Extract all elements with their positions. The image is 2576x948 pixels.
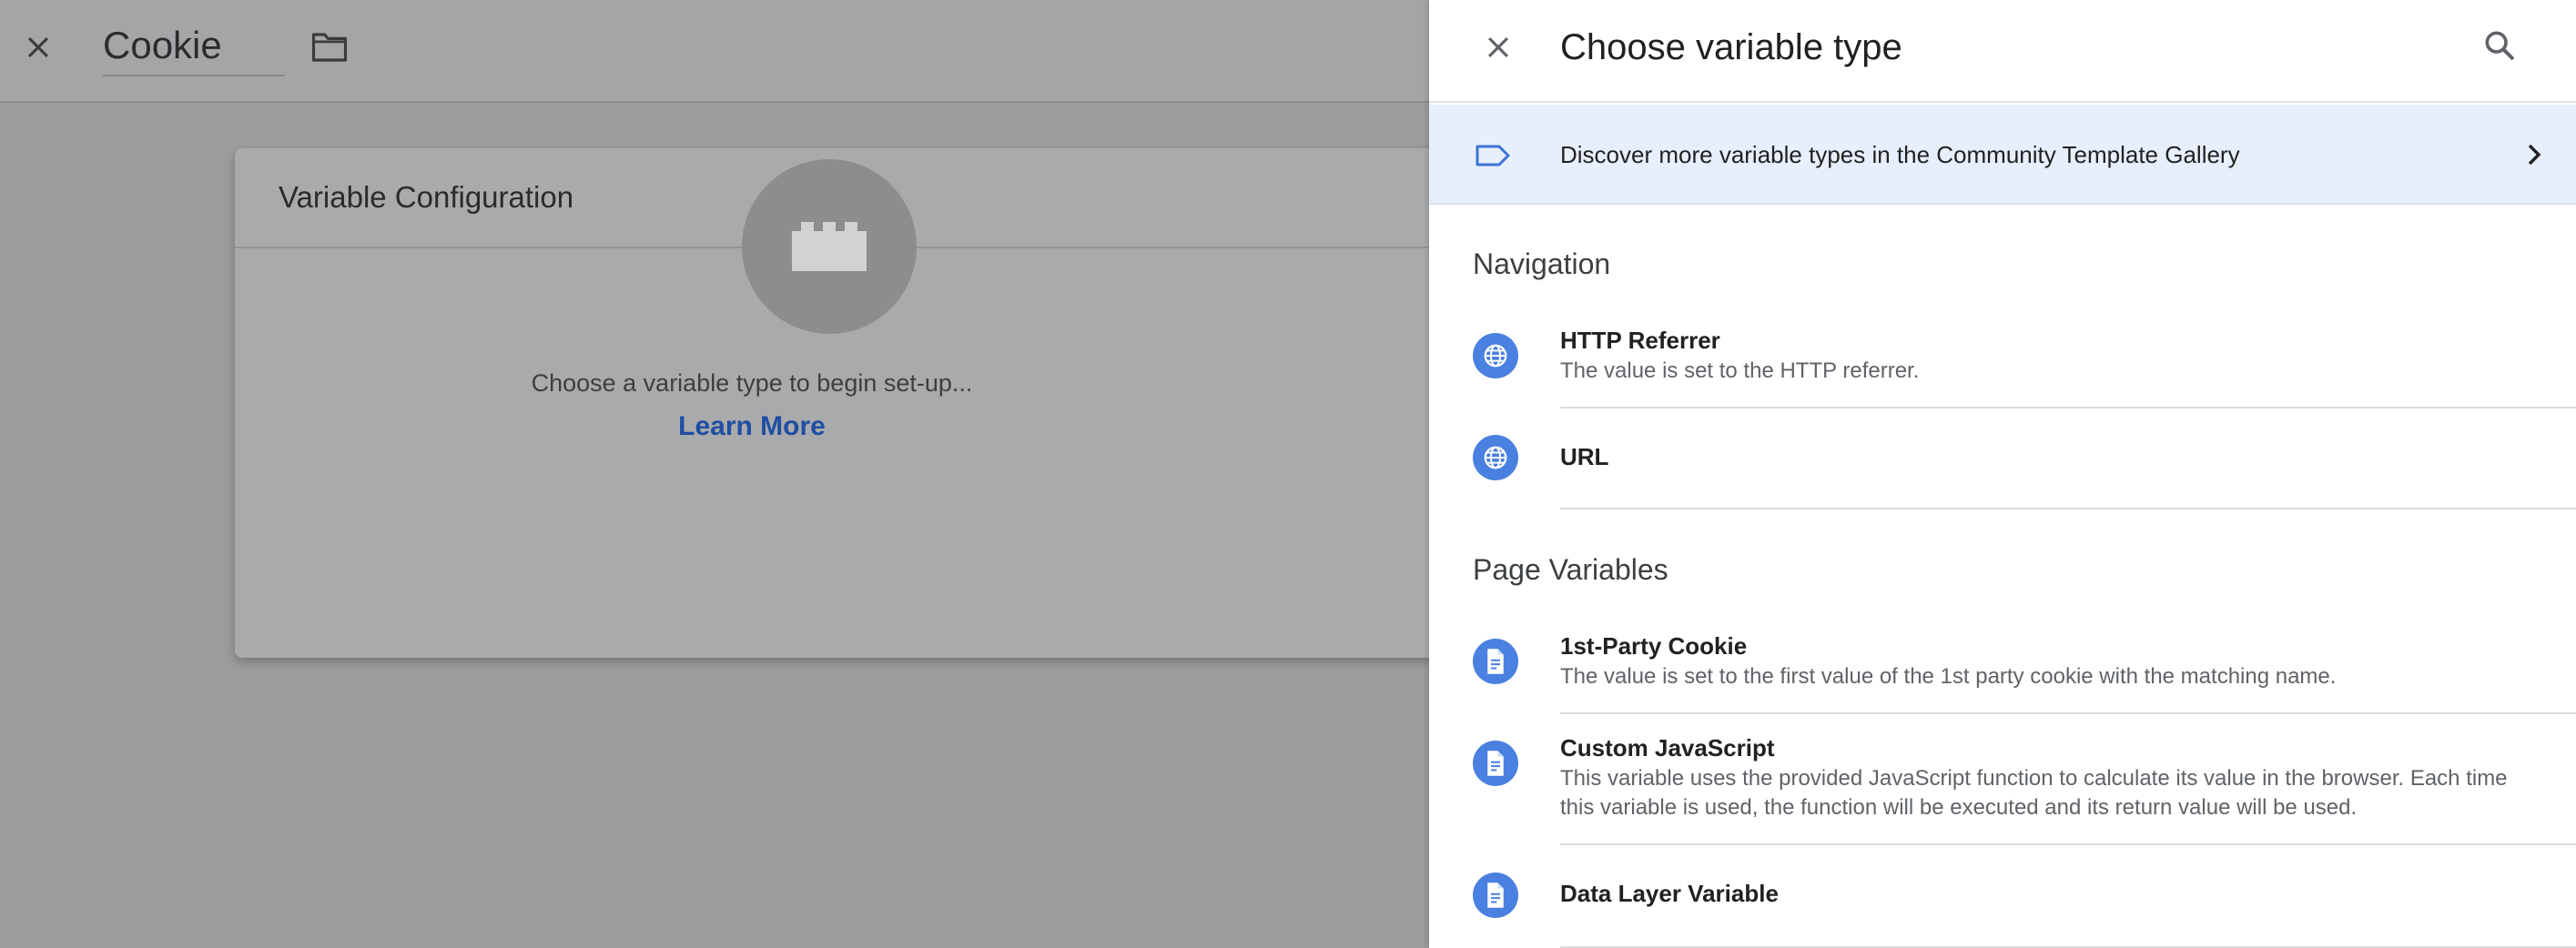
gallery-banner-text: Discover more variable types in the Comm… bbox=[1560, 141, 2240, 168]
variable-editor: Cookie Variable Configuration Choose a v… bbox=[0, 0, 1455, 948]
document-icon bbox=[1473, 639, 1518, 684]
variable-type-data-layer-variable[interactable]: Data Layer Variable bbox=[1429, 857, 2576, 948]
divider bbox=[1560, 843, 2576, 845]
item-title: Custom JavaScript bbox=[1560, 734, 1775, 761]
variable-name-input[interactable]: Cookie bbox=[103, 20, 285, 76]
divider bbox=[1560, 712, 2576, 714]
choose-variable-type-panel: Choose variable type Discover more varia… bbox=[1429, 0, 2576, 948]
learn-more-link[interactable]: Learn More bbox=[0, 411, 1504, 442]
item-description: The value is set to the HTTP referrer. bbox=[1560, 358, 1920, 383]
item-title: Data Layer Variable bbox=[1560, 880, 1779, 907]
close-editor-button[interactable] bbox=[16, 25, 60, 69]
choose-type-hint: Choose a variable type to begin set-up..… bbox=[531, 369, 973, 397]
divider bbox=[1560, 508, 2576, 509]
globe-icon bbox=[1473, 435, 1518, 480]
item-title: 1st-Party Cookie bbox=[1560, 632, 1748, 660]
variable-type-custom-javascript[interactable]: Custom JavaScript This variable uses the… bbox=[1429, 726, 2576, 845]
item-description: This variable uses the provided JavaScri… bbox=[1560, 766, 2508, 820]
variable-type-1st-party-cookie[interactable]: 1st-Party Cookie The value is set to the… bbox=[1429, 624, 2576, 715]
chevron-right-icon bbox=[2528, 144, 2541, 166]
section-title-page-variables: Page Variables bbox=[1473, 553, 1668, 586]
item-title: HTTP Referrer bbox=[1560, 327, 1720, 354]
variable-type-url[interactable]: URL bbox=[1429, 419, 2576, 509]
search-icon bbox=[2485, 31, 2515, 61]
item-description: The value is set to the first value of t… bbox=[1560, 664, 2337, 689]
folder-icon bbox=[311, 33, 348, 62]
close-icon bbox=[27, 36, 49, 58]
globe-icon bbox=[1473, 333, 1518, 378]
search-button[interactable] bbox=[2476, 22, 2523, 69]
folder-button[interactable] bbox=[306, 25, 353, 69]
community-gallery-banner[interactable]: Discover more variable types in the Comm… bbox=[1429, 105, 2576, 205]
close-icon bbox=[1487, 36, 1509, 58]
variable-type-http-referrer[interactable]: HTTP Referrer The value is set to the HT… bbox=[1429, 318, 2576, 409]
close-panel-button[interactable] bbox=[1475, 24, 1522, 71]
panel-header: Choose variable type bbox=[1429, 0, 2576, 103]
variable-type-placeholder[interactable] bbox=[742, 159, 917, 334]
editor-header: Cookie bbox=[0, 0, 1429, 103]
panel-title: Choose variable type bbox=[1560, 27, 1902, 67]
document-icon bbox=[1473, 872, 1518, 918]
item-title: URL bbox=[1560, 443, 1609, 470]
divider bbox=[1560, 407, 2576, 408]
section-title-navigation: Navigation bbox=[1473, 247, 1611, 280]
block-icon bbox=[792, 222, 867, 271]
document-icon bbox=[1473, 741, 1518, 786]
tag-icon bbox=[1476, 145, 1510, 166]
